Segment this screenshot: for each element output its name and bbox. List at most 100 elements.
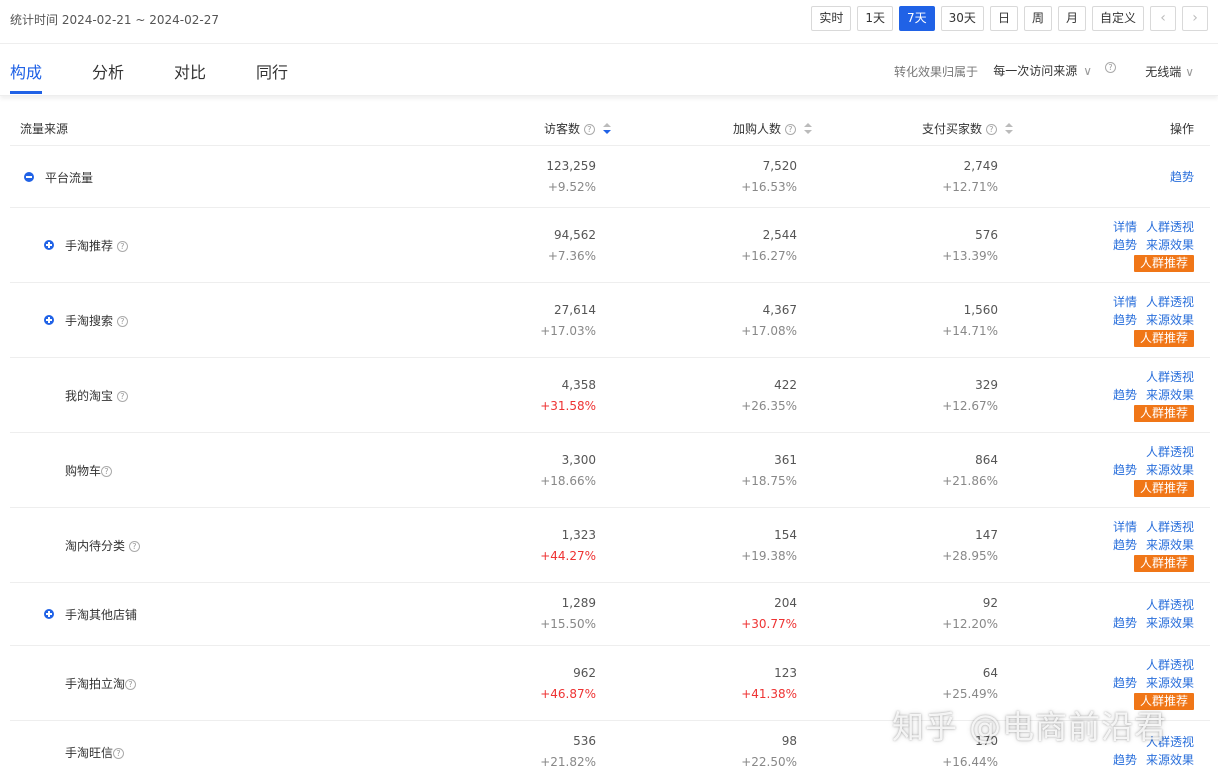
visitors-value: 123,259 — [546, 159, 596, 173]
crowd-recommend-button[interactable]: 人群推荐 — [1133, 330, 1194, 347]
detail-link[interactable]: 详情 — [1113, 220, 1137, 234]
help-icon[interactable]: ? — [583, 124, 595, 135]
source-effect-link[interactable]: 来源效果 — [1146, 753, 1194, 767]
col-cart[interactable]: 加购人数 ? — [733, 120, 812, 137]
visitors-value: 1,289 — [561, 596, 596, 610]
crowd-recommend-button[interactable]: 人群推荐 — [1133, 555, 1194, 572]
buyers-value: 1,560 — [963, 303, 998, 317]
crowd-recommend-button[interactable]: 人群推荐 — [1133, 405, 1194, 422]
help-icon[interactable]: ? — [1105, 62, 1116, 73]
help-icon[interactable]: ? — [113, 748, 125, 759]
buyers-value: 147 — [975, 528, 998, 542]
row-source-label: 手淘旺信 — [65, 746, 114, 760]
crowd-link[interactable]: 人群透视 — [1146, 370, 1194, 384]
buyers-value: 329 — [975, 378, 998, 392]
range-7day-button[interactable]: 7天 — [899, 6, 935, 31]
expand-icon[interactable] — [44, 609, 54, 619]
tab-peers[interactable]: 同行 — [256, 59, 288, 83]
help-icon[interactable]: ? — [128, 541, 140, 552]
device-select[interactable]: 无线端 ∨ — [1145, 63, 1194, 80]
cart-value: 123 — [774, 666, 797, 680]
attribution-select[interactable]: 每一次访问来源 ∨ — [993, 62, 1092, 79]
source-effect-link[interactable]: 来源效果 — [1146, 313, 1194, 327]
help-icon[interactable]: ? — [784, 124, 796, 135]
col-buyers[interactable]: 支付买家数 ? — [922, 120, 1013, 137]
crowd-link[interactable]: 人群透视 — [1146, 598, 1194, 612]
help-icon[interactable]: ? — [116, 316, 128, 327]
cart-value: 204 — [774, 596, 797, 610]
help-icon[interactable]: ? — [116, 241, 128, 252]
crowd-link[interactable]: 人群透视 — [1146, 295, 1194, 309]
row-source-name: 手淘搜索 ? — [65, 312, 128, 329]
detail-link[interactable]: 详情 — [1113, 520, 1137, 534]
buyers-cell: 92 +12.20% — [838, 593, 998, 635]
visitors-value: 1,323 — [561, 528, 596, 542]
buyers-change: +21.86% — [942, 474, 998, 488]
expand-icon[interactable] — [44, 315, 54, 325]
next-period-button[interactable]: › — [1182, 6, 1208, 31]
trend-link[interactable]: 趋势 — [1113, 238, 1137, 252]
source-effect-link[interactable]: 来源效果 — [1146, 463, 1194, 477]
buyers-value: 576 — [975, 228, 998, 242]
active-tab-indicator — [10, 91, 42, 94]
visitors-change: +21.82% — [540, 755, 596, 769]
range-realtime-button[interactable]: 实时 — [811, 6, 852, 31]
crowd-link[interactable]: 人群透视 — [1146, 658, 1194, 672]
detail-link[interactable]: 详情 — [1113, 295, 1137, 309]
help-icon[interactable]: ? — [125, 679, 137, 690]
trend-link[interactable]: 趋势 — [1113, 313, 1137, 327]
visitors-change: +7.36% — [547, 249, 596, 263]
sort-icon[interactable] — [1004, 123, 1013, 135]
range-month-button[interactable]: 月 — [1057, 6, 1086, 31]
trend-link[interactable]: 趋势 — [1113, 753, 1137, 767]
cart-cell: 204 +30.77% — [637, 593, 797, 635]
range-1day-button[interactable]: 1天 — [857, 6, 894, 31]
trend-link[interactable]: 趋势 — [1113, 388, 1137, 402]
source-effect-link[interactable]: 来源效果 — [1146, 676, 1194, 690]
source-effect-link[interactable]: 来源效果 — [1146, 388, 1194, 402]
tab-analysis[interactable]: 分析 — [92, 59, 124, 83]
crowd-link[interactable]: 人群透视 — [1146, 520, 1194, 534]
sort-icon[interactable] — [803, 123, 812, 135]
range-30day-button[interactable]: 30天 — [940, 6, 984, 31]
row-source-name: 手淘拍立淘? — [65, 675, 137, 692]
trend-link[interactable]: 趋势 — [1113, 616, 1137, 630]
cart-change: +19.38% — [741, 549, 797, 563]
tab-composition[interactable]: 构成 — [10, 59, 42, 83]
trend-link[interactable]: 趋势 — [1170, 170, 1194, 184]
visitors-value: 27,614 — [554, 303, 596, 317]
traffic-source-table: 流量来源 访客数 ? 加购人数 ? 支付买家数 ? 操作 平台流量 123,25… — [10, 108, 1210, 776]
crowd-link[interactable]: 人群透视 — [1146, 220, 1194, 234]
cart-value: 154 — [774, 528, 797, 542]
buyers-cell: 576 +13.39% — [838, 225, 998, 267]
source-effect-link[interactable]: 来源效果 — [1146, 616, 1194, 630]
sort-desc-icon[interactable] — [602, 123, 611, 135]
buyers-cell: 329 +12.67% — [838, 375, 998, 417]
buyers-cell: 864 +21.86% — [838, 450, 998, 492]
expand-icon[interactable] — [44, 240, 54, 250]
help-icon[interactable]: ? — [101, 466, 113, 477]
help-icon[interactable]: ? — [985, 124, 997, 135]
trend-link[interactable]: 趋势 — [1113, 676, 1137, 690]
help-icon[interactable]: ? — [116, 391, 128, 402]
tab-compare[interactable]: 对比 — [174, 59, 206, 83]
range-day-button[interactable]: 日 — [989, 6, 1018, 31]
trend-link[interactable]: 趋势 — [1113, 463, 1137, 477]
source-effect-link[interactable]: 来源效果 — [1146, 238, 1194, 252]
range-custom-button[interactable]: 自定义 — [1091, 6, 1144, 31]
crowd-link[interactable]: 人群透视 — [1146, 445, 1194, 459]
device-select-value: 无线端 — [1145, 65, 1182, 79]
table-header: 流量来源 访客数 ? 加购人数 ? 支付买家数 ? 操作 — [10, 108, 1210, 146]
stat-time: 统计时间 2024-02-21 ~ 2024-02-27 — [10, 13, 219, 27]
crowd-recommend-button[interactable]: 人群推荐 — [1133, 255, 1194, 272]
col-visitors[interactable]: 访客数 ? — [544, 120, 611, 137]
source-effect-link[interactable]: 来源效果 — [1146, 538, 1194, 552]
buyers-change: +28.95% — [942, 549, 998, 563]
visitors-cell: 94,562 +7.36% — [436, 225, 596, 267]
chevron-down-icon: ∨ — [1185, 65, 1194, 79]
range-week-button[interactable]: 周 — [1023, 6, 1052, 31]
crowd-recommend-button[interactable]: 人群推荐 — [1133, 480, 1194, 497]
prev-period-button[interactable]: ‹ — [1150, 6, 1176, 31]
trend-link[interactable]: 趋势 — [1113, 538, 1137, 552]
collapse-icon[interactable] — [24, 172, 34, 182]
